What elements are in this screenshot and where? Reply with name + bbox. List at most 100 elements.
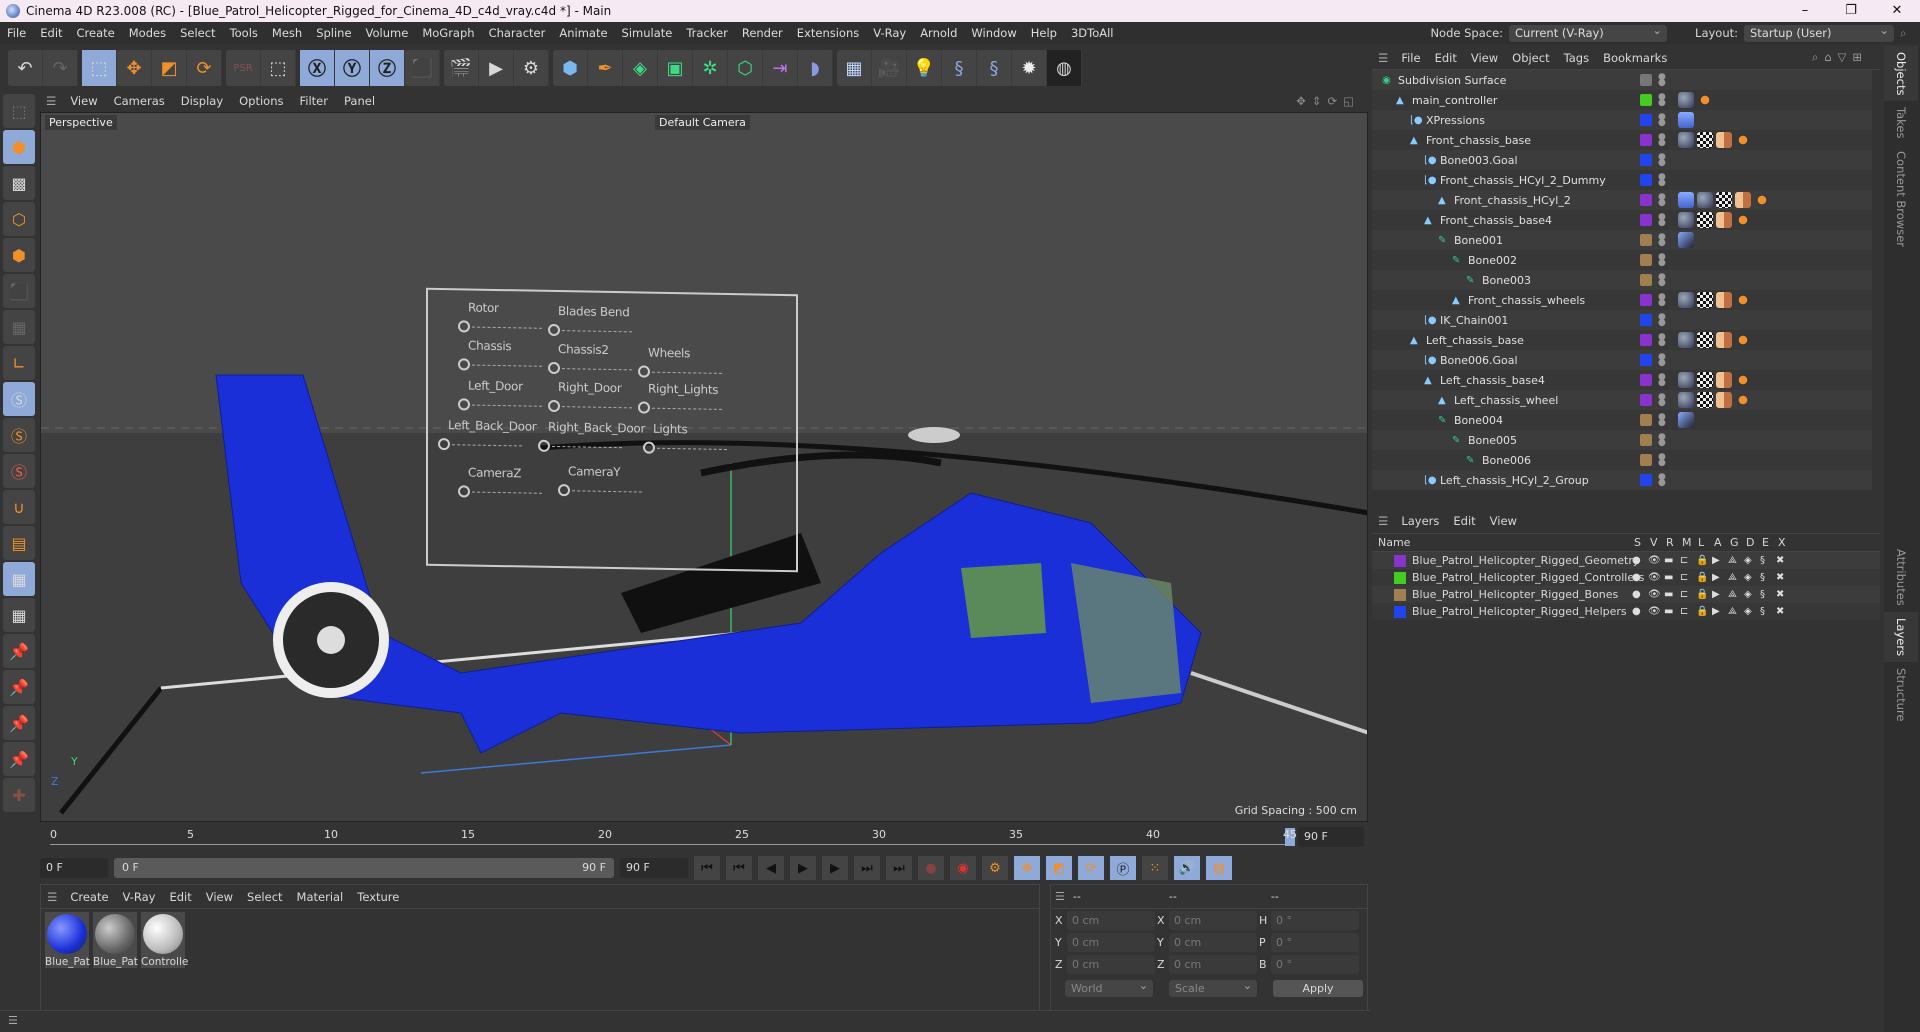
uvw-tag-icon[interactable]: [1697, 372, 1713, 388]
render-view-icon[interactable]: 🎬: [444, 50, 479, 86]
visibility-dots[interactable]: ● ●: [1658, 153, 1666, 168]
layer-toggle-icon[interactable]: ▬: [1664, 555, 1673, 566]
workplane-icon[interactable]: ▤: [3, 526, 35, 560]
object-menu-edit[interactable]: Edit: [1428, 51, 1464, 65]
visibility-dots[interactable]: ● ●: [1658, 93, 1666, 108]
pin-r-icon[interactable]: 📌: [3, 706, 35, 740]
object-row[interactable]: ✎ Bone005 ● ●: [1372, 430, 1872, 450]
object-row[interactable]: ✎ Bone001 ● ●: [1372, 230, 1872, 250]
key-parameter-icon[interactable]: Ⓟ: [1110, 856, 1136, 880]
layer-toggle-icon[interactable]: ⟁: [1728, 572, 1737, 583]
side-tab-takes[interactable]: Takes: [1884, 101, 1918, 145]
maximize-button[interactable]: ❐: [1828, 0, 1874, 22]
play-icon[interactable]: ▶: [790, 856, 816, 880]
viewport-camera-label[interactable]: Default Camera: [655, 115, 750, 130]
object-name[interactable]: Front_chassis_base: [1426, 134, 1531, 147]
points-mode-icon[interactable]: ⬡: [3, 202, 35, 236]
max-frame-field[interactable]: 90 F: [620, 858, 688, 878]
material-tag-icon[interactable]: [1678, 132, 1694, 148]
layer-color-swatch[interactable]: [1640, 454, 1652, 466]
prev-key-icon[interactable]: ⏮: [726, 856, 752, 880]
hud-slider-knob[interactable]: [548, 399, 560, 413]
layout-dropdown[interactable]: Startup (User): [1744, 22, 1894, 42]
visibility-dots[interactable]: ● ●: [1658, 173, 1666, 188]
constraint-tag-icon[interactable]: [1735, 132, 1751, 148]
hud-slider-knob[interactable]: [438, 437, 450, 451]
prev-frame-icon[interactable]: ◀: [758, 856, 784, 880]
hud-slider-track[interactable]: [652, 407, 722, 410]
locked-workplane-icon[interactable]: ▦: [3, 562, 35, 596]
gear-icon[interactable]: ✹: [1012, 50, 1047, 86]
next-key-icon[interactable]: ⏭: [854, 856, 880, 880]
layer-color-swatch[interactable]: [1640, 334, 1652, 346]
coord-c-field[interactable]: 0 °: [1271, 932, 1359, 952]
layer-column-m[interactable]: M: [1682, 536, 1692, 549]
uvw-tag-icon[interactable]: [1697, 332, 1713, 348]
hud-slider-track[interactable]: [657, 447, 727, 451]
material-tag-icon[interactable]: [1678, 392, 1694, 408]
object-name[interactable]: Bone005: [1468, 434, 1517, 447]
layer-column-v[interactable]: V: [1650, 536, 1658, 549]
side-tab-attributes[interactable]: Attributes: [1884, 543, 1918, 612]
object-name[interactable]: Bone002: [1468, 254, 1517, 267]
object-row[interactable]: ▲ Front_chassis_HCyl_2 ● ●: [1372, 190, 1872, 210]
material-swatch[interactable]: Blue_Pat: [93, 912, 138, 968]
go-to-end-icon[interactable]: ⏭: [886, 856, 912, 880]
layer-row[interactable]: Blue_Patrol_Helicopter_Rigged_Bones ● 👁 ▬ ⊏ 🔒…: [1372, 586, 1880, 603]
layer-toggle-icon[interactable]: ▶: [1712, 572, 1720, 583]
layer-column-d[interactable]: D: [1746, 536, 1754, 549]
layer-color-swatch[interactable]: [1394, 605, 1406, 618]
visibility-dots[interactable]: ● ●: [1658, 113, 1666, 128]
layer-color-swatch[interactable]: [1640, 74, 1652, 86]
object-row[interactable]: ✎ Bone003 ● ●: [1372, 270, 1872, 290]
visibility-dots[interactable]: ● ●: [1658, 433, 1666, 448]
object-name[interactable]: XPressions: [1426, 114, 1485, 127]
hud-slider-track[interactable]: [472, 364, 542, 367]
coord-b-field[interactable]: 0 cm: [1169, 910, 1257, 930]
layer-row[interactable]: Blue_Patrol_Helicopter_Rigged_Helpers ● 👁 ▬…: [1372, 603, 1880, 620]
transform-mode-dropdown[interactable]: Scale: [1169, 977, 1257, 997]
coordinate-system-icon[interactable]: ⬛: [405, 50, 440, 86]
viewport-menu-display[interactable]: Display: [173, 94, 231, 108]
material-menu-edit[interactable]: Edit: [162, 890, 198, 904]
hamburger-icon[interactable]: ☰: [1372, 51, 1394, 65]
menu-create[interactable]: Create: [70, 26, 122, 40]
layer-column-r[interactable]: R: [1666, 536, 1674, 549]
edges-mode-icon[interactable]: ⬢: [3, 238, 35, 272]
magnet-icon[interactable]: ∪: [3, 490, 35, 524]
visibility-dots[interactable]: ● ●: [1658, 373, 1666, 388]
hud-slider-knob[interactable]: [558, 484, 570, 497]
side-tab-content-browser[interactable]: Content Browser: [1884, 145, 1918, 253]
visibility-dots[interactable]: ● ●: [1658, 353, 1666, 368]
visibility-dots[interactable]: ● ●: [1658, 233, 1666, 248]
layer-color-swatch[interactable]: [1640, 134, 1652, 146]
visibility-dots[interactable]: ● ●: [1658, 313, 1666, 328]
material-tag-icon[interactable]: [1678, 372, 1694, 388]
uvw-tag-icon[interactable]: [1716, 192, 1732, 208]
object-row[interactable]: ▲ Left_chassis_wheel ● ●: [1372, 390, 1872, 410]
texture-tag-icon[interactable]: [1716, 332, 1732, 348]
y-axis-icon[interactable]: Ⓨ: [335, 50, 370, 86]
layer-toggle-icon[interactable]: ▬: [1664, 589, 1673, 600]
redo-icon[interactable]: ↷: [43, 50, 78, 86]
object-name[interactable]: main_controller: [1412, 94, 1497, 107]
hud-slider-track[interactable]: [472, 404, 542, 407]
layer-name[interactable]: Blue_Patrol_Helicopter_Rigged_Geometry: [1412, 554, 1639, 567]
layer-name[interactable]: Blue_Patrol_Helicopter_Rigged_Helpers: [1412, 605, 1627, 618]
material-swatch[interactable]: Controlle: [141, 912, 188, 968]
visibility-dots[interactable]: ● ●: [1658, 273, 1666, 288]
coord-a-field[interactable]: 0 cm: [1067, 954, 1155, 974]
material-tag-icon[interactable]: [1678, 92, 1694, 108]
object-name[interactable]: Bone004: [1454, 414, 1503, 427]
layer-color-swatch[interactable]: [1640, 294, 1652, 306]
object-menu-view[interactable]: View: [1464, 51, 1505, 65]
layer-toggle-icon[interactable]: ▶: [1712, 589, 1720, 600]
constraint-tag-icon[interactable]: [1735, 212, 1751, 228]
layer-color-swatch[interactable]: [1394, 554, 1406, 567]
object-menu-object[interactable]: Object: [1505, 51, 1556, 65]
go-to-start-icon[interactable]: ⏮: [694, 856, 720, 880]
layer-color-swatch[interactable]: [1640, 254, 1652, 266]
python2-icon[interactable]: §: [977, 50, 1012, 86]
layer-color-swatch[interactable]: [1640, 414, 1652, 426]
subdivision-icon[interactable]: ◈: [623, 50, 658, 86]
